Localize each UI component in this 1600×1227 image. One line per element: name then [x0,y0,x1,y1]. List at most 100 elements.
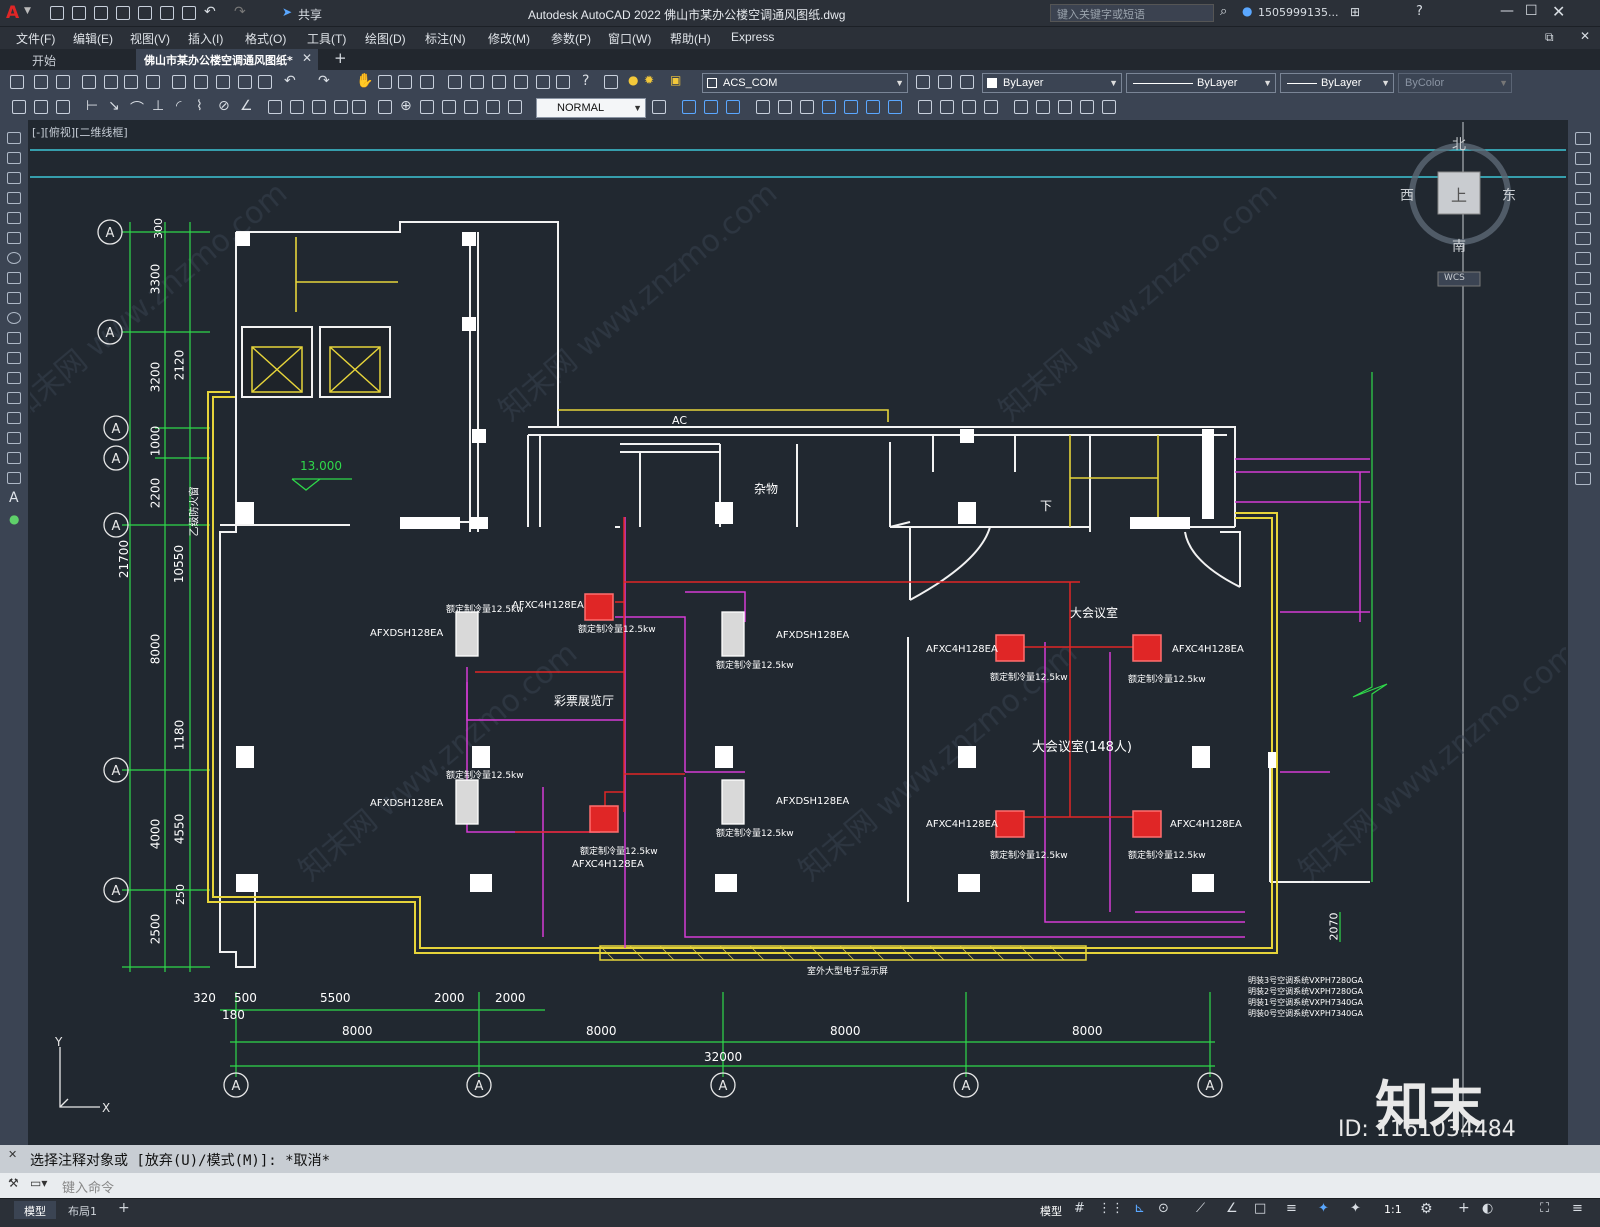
design-center-icon[interactable] [470,75,484,89]
menu-dimension[interactable]: 标注(N) [425,30,466,47]
move-icon[interactable] [1575,232,1591,245]
chamfer-icon[interactable] [1575,412,1591,425]
menu-view[interactable]: 视图(V) [130,30,170,47]
menu-help[interactable]: 帮助(H) [670,30,711,47]
radius-dim-icon[interactable]: ◜ [176,98,181,114]
color-dropdown[interactable]: ByLayer ▼ [982,73,1122,93]
lineweight-dropdown[interactable]: ByLayer ▼ [1280,73,1394,93]
inspection-icon[interactable] [420,100,434,114]
arc-icon[interactable] [7,232,21,244]
mtext-icon[interactable]: A [9,490,19,506]
layer-previous-icon[interactable] [938,75,952,89]
workspace-gear-icon[interactable]: ⚙ [1420,1201,1433,1217]
revcloud-icon[interactable] [7,272,21,284]
undo-tb-icon[interactable]: ↶ [284,73,296,89]
isodraft-icon[interactable]: ⟋ [1196,1201,1205,1216]
match-prop-icon[interactable] [238,75,252,89]
construction-line-icon[interactable] [7,152,21,164]
break-icon[interactable] [1575,372,1591,385]
copy-object-icon[interactable] [1575,152,1591,165]
block-editor-icon[interactable] [258,75,272,89]
viewcube-east[interactable]: 东 [1502,185,1516,205]
explode-icon[interactable] [1575,472,1591,485]
new-file-icon[interactable] [50,6,64,20]
calculator-icon[interactable] [556,75,570,89]
dim-break-icon[interactable] [352,100,366,114]
user-name[interactable]: 1505999135... [1258,6,1338,19]
ordinate-dim-icon[interactable]: ⊥ [152,98,164,114]
open-file-icon[interactable] [72,6,86,20]
grid-icon[interactable]: # [1074,1201,1085,1216]
preview-icon[interactable] [104,75,118,89]
tool-d-icon[interactable] [682,100,696,114]
linear-dim-icon[interactable]: ⊢ [86,98,98,114]
add-selected-icon[interactable]: ● [9,512,19,526]
continue-dim-icon[interactable] [312,100,326,114]
tool-e-icon[interactable] [704,100,718,114]
dimstyle-dropdown[interactable]: NORMAL ▼ [536,98,646,118]
quick-dim-icon[interactable] [268,100,282,114]
polygon-icon[interactable] [7,192,21,204]
app-menu-chevron-icon[interactable]: ▼ [24,6,31,16]
layer-dropdown[interactable]: ACS_COM ▼ [702,73,908,93]
diameter-dim-icon[interactable]: ⊘ [218,98,230,114]
osnap-tracking-icon[interactable]: ∠ [1226,1201,1238,1216]
erase-icon[interactable] [1575,132,1591,145]
menu-format[interactable]: 格式(O) [245,30,286,47]
customize-menu-icon[interactable]: ≡ [1572,1201,1583,1216]
tool-u-icon[interactable] [1080,100,1094,114]
join-icon[interactable] [1575,392,1591,405]
scale-icon[interactable] [1575,272,1591,285]
region-icon[interactable] [7,452,21,464]
sun-icon[interactable]: ✹ [644,73,654,87]
dim-space-icon[interactable] [334,100,348,114]
pan-icon[interactable]: ✋ [356,73,373,89]
close-window-button[interactable]: ✕ [1552,2,1565,21]
restore-doc-button[interactable]: ⧉ [1545,30,1554,45]
copy-icon[interactable] [194,75,208,89]
viewcube-west[interactable]: 西 [1400,185,1414,205]
tool-b-icon[interactable] [34,100,48,114]
spline-icon[interactable] [7,292,21,304]
menu-window[interactable]: 窗口(W) [608,30,651,47]
insert-block-icon[interactable] [7,352,21,364]
viewcube-north[interactable]: 北 [1452,134,1466,154]
make-current-icon[interactable] [916,75,930,89]
close-doc-button[interactable]: ✕ [1580,29,1590,43]
polyline-icon[interactable] [7,172,21,184]
viewcube-south[interactable]: 南 [1452,236,1466,256]
markup-icon[interactable] [536,75,550,89]
open-web-icon[interactable] [138,6,152,20]
menu-file[interactable]: 文件(F) [16,30,55,47]
trim-icon[interactable] [1575,312,1591,325]
open-icon[interactable] [34,75,48,89]
search-box[interactable]: 键入关键字或短语 [1050,4,1214,22]
tool-t-icon[interactable] [1058,100,1072,114]
redo-icon[interactable]: ↷ [234,4,246,20]
cmd-customize-icon[interactable]: ⚒ [8,1176,19,1190]
zoom-realtime-icon[interactable] [378,75,392,89]
dim-edit-icon[interactable] [464,100,478,114]
tab-drawing[interactable]: 佛山市某办公楼空调通风图纸* ✕ [136,49,318,70]
save-as-icon[interactable] [116,6,130,20]
undo-icon[interactable]: ↶ [204,4,216,20]
layer-properties-icon[interactable] [604,75,618,89]
save-tb-icon[interactable] [56,75,70,89]
break-point-icon[interactable] [1575,352,1591,365]
menu-draw[interactable]: 绘图(D) [365,30,406,47]
annotation-visibility-icon[interactable]: ✦ [1318,1201,1329,1216]
save-icon[interactable] [94,6,108,20]
scale-value[interactable]: 1:1 [1384,1203,1402,1216]
isolate-icon[interactable]: ◐ [1482,1201,1493,1216]
blend-icon[interactable] [1575,452,1591,465]
tool-palettes-icon[interactable] [492,75,506,89]
help-icon[interactable]: ? [1416,4,1423,19]
tool-c-icon[interactable] [56,100,70,114]
tool-f-icon[interactable] [726,100,740,114]
dim-text-edit-icon[interactable] [486,100,500,114]
cut-icon[interactable] [172,75,186,89]
minimize-button[interactable]: — [1500,3,1514,19]
fillet-icon[interactable] [1575,432,1591,445]
paste-icon[interactable] [216,75,230,89]
angular-dim-icon[interactable]: ∠ [240,98,253,114]
